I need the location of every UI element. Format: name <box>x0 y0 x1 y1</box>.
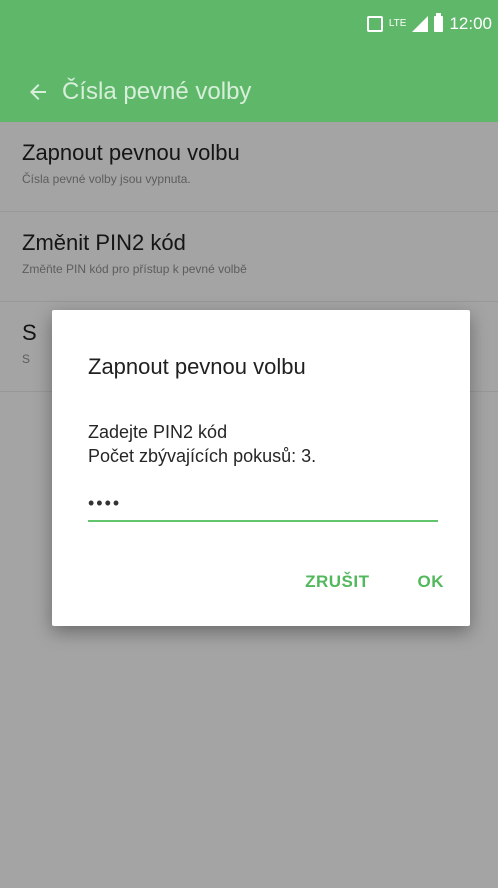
dialog-message-line-1: Zadejte PIN2 kód <box>88 422 228 442</box>
network-type-label: LTE <box>388 18 407 29</box>
fixed-dialing-screen: LTE 12:00 Čísla pevné volby Zapnout pevn… <box>0 0 498 888</box>
back-arrow-icon[interactable] <box>10 64 66 120</box>
signal-icon <box>412 16 429 32</box>
top-bar: LTE 12:00 Čísla pevné volby <box>0 0 498 122</box>
nfc-icon <box>366 16 383 32</box>
enable-fdn-dialog: Zapnout pevnou volbu Zadejte PIN2 kód Po… <box>52 310 470 626</box>
dialog-message-line-2: Počet zbývajících pokusů: 3. <box>88 446 317 466</box>
pin2-input[interactable] <box>88 486 438 522</box>
clock: 12:00 <box>449 14 492 33</box>
dialog-actions: ZRUŠIT OK <box>305 572 444 592</box>
page-title: Čísla pevné volby <box>62 78 252 105</box>
dialog-title: Zapnout pevnou volbu <box>88 354 306 379</box>
ok-button[interactable]: OK <box>418 572 445 592</box>
status-bar: LTE 12:00 <box>366 12 492 36</box>
dialog-message: Zadejte PIN2 kód Počet zbývajících pokus… <box>88 420 316 468</box>
cancel-button[interactable]: ZRUŠIT <box>305 572 369 592</box>
app-bar: Čísla pevné volby <box>0 62 498 122</box>
battery-icon <box>434 13 444 32</box>
